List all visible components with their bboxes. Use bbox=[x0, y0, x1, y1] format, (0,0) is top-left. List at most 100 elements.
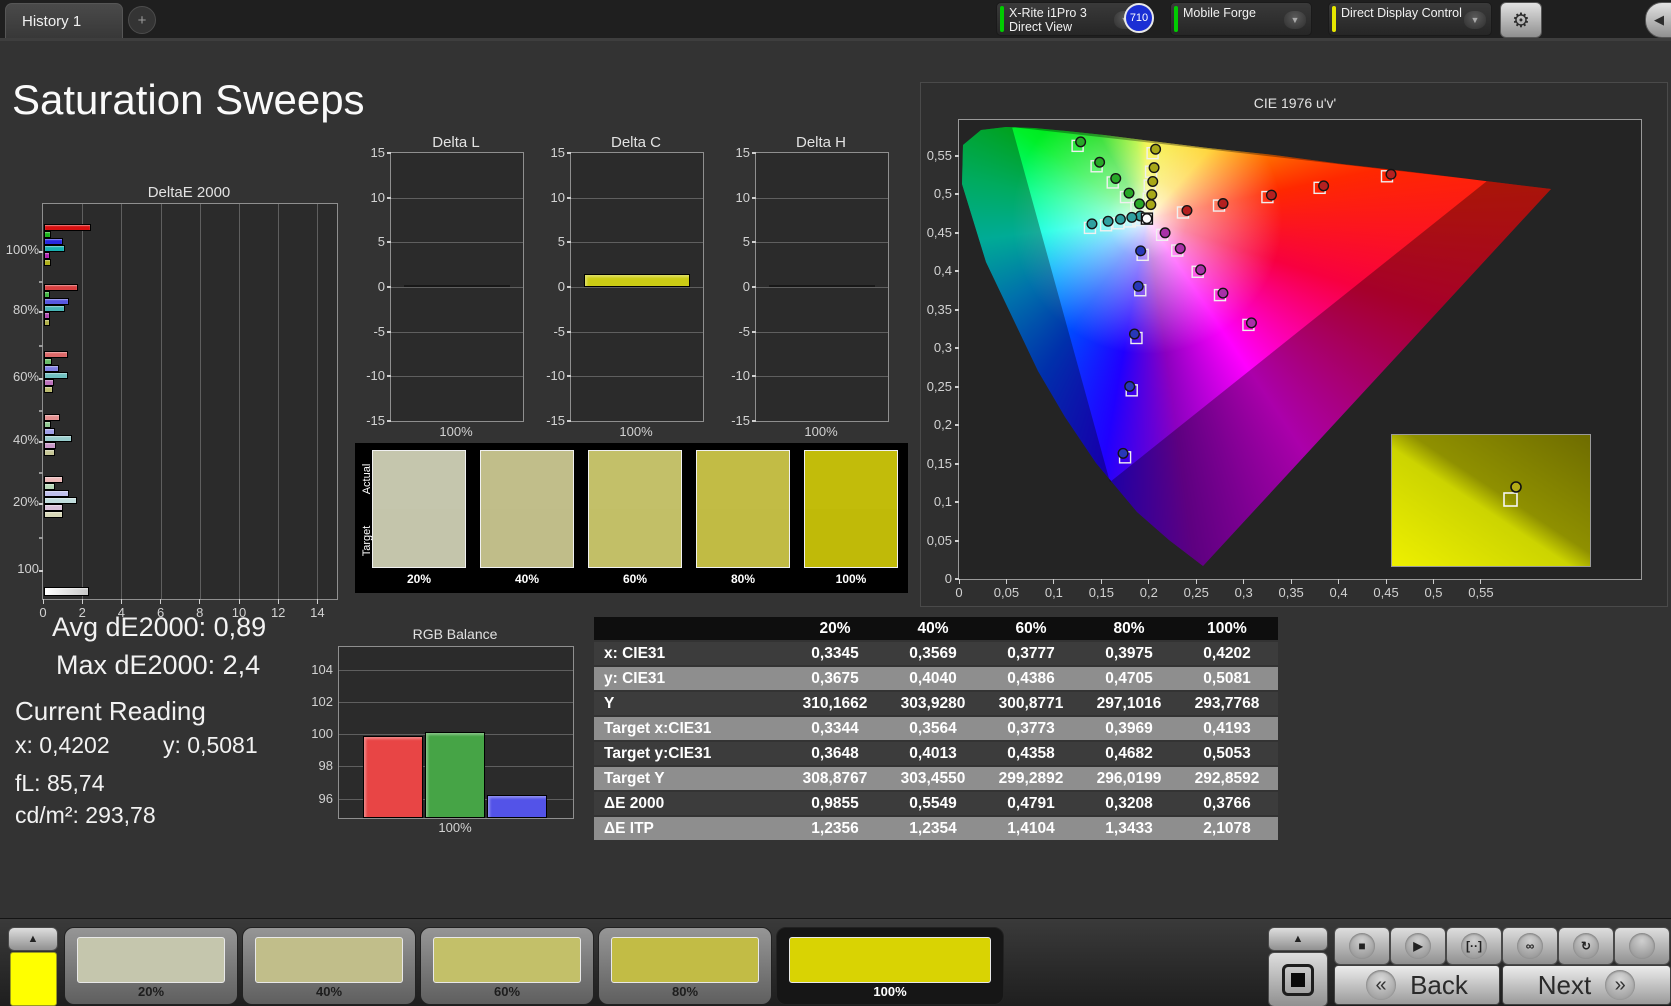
deltae-chart-title: DeltaE 2000 bbox=[147, 184, 231, 201]
lch-gridline bbox=[571, 331, 703, 333]
swatch-80% bbox=[696, 450, 790, 568]
cie-ytick-mark bbox=[955, 347, 959, 349]
pattern-button-20%[interactable]: 20% bbox=[64, 927, 238, 1005]
lch-gridline bbox=[571, 287, 703, 288]
lch-gridline bbox=[756, 287, 888, 288]
current-y: y: 0,5081 bbox=[163, 732, 258, 758]
table-header-cell: 40% bbox=[917, 619, 949, 637]
pattern-swatch bbox=[77, 937, 225, 983]
cie-ytick-mark bbox=[955, 501, 959, 503]
lch-ytick-mark bbox=[387, 152, 391, 154]
collapse-panel-button[interactable]: ◀ bbox=[1645, 2, 1671, 38]
lch-ytick-mark bbox=[387, 286, 391, 288]
table-cell: 1,2356 bbox=[811, 819, 859, 837]
deltae-bar-yellow bbox=[44, 511, 64, 518]
meter-dropdown[interactable]: X-Rite i1Pro 3 Direct View ▼ bbox=[996, 2, 1142, 36]
transport-play-button[interactable]: ▶ bbox=[1390, 927, 1446, 965]
cie-xtick: 0,4 bbox=[1329, 585, 1348, 600]
transport-stop-button[interactable]: ■ bbox=[1334, 927, 1390, 965]
deltae-ytick-mark bbox=[39, 409, 43, 412]
deltae-bar-magenta bbox=[44, 504, 63, 511]
chevron-down-icon[interactable]: ▼ bbox=[1284, 11, 1306, 29]
deltae-bar-blue bbox=[44, 428, 55, 435]
arrow-up-icon: ▲ bbox=[1292, 933, 1304, 945]
lch-gridline bbox=[391, 287, 523, 288]
gear-icon: ⚙ bbox=[1512, 9, 1530, 32]
lch-ytick-mark bbox=[567, 330, 571, 333]
lch-bar bbox=[584, 273, 690, 287]
page-title: Saturation Sweeps bbox=[12, 76, 365, 123]
cie-ytick-mark bbox=[955, 539, 959, 542]
deltae-ytick-mark bbox=[39, 378, 43, 380]
deltae-bar-cyan bbox=[44, 435, 73, 442]
deltae-gridline bbox=[121, 204, 123, 599]
lch-ytick: -15 bbox=[731, 413, 750, 428]
chevron-down-icon[interactable]: ▼ bbox=[1464, 11, 1486, 29]
deltae-bar-red bbox=[44, 414, 60, 421]
lch-ytick: 0 bbox=[377, 279, 385, 294]
add-tab-button[interactable]: + bbox=[128, 6, 156, 34]
next-label: Next bbox=[1537, 969, 1592, 1000]
deltae-bar-white bbox=[44, 587, 90, 596]
swatch-100% bbox=[804, 450, 898, 568]
pattern-button-100%[interactable]: 100% bbox=[776, 927, 1004, 1005]
continuous-icon: ∞ bbox=[1517, 933, 1543, 959]
current-fl: fL: 85,74 bbox=[15, 770, 105, 796]
pattern-button-60%[interactable]: 60% bbox=[420, 927, 594, 1005]
cie-xtick: 0,1 bbox=[1044, 585, 1063, 600]
lch-ytick-mark bbox=[567, 375, 571, 378]
table-cell: 0,3773 bbox=[1007, 719, 1055, 737]
table-row: Target Y 308,8767 303,4550 299,2892 296,0199… bbox=[594, 767, 1278, 790]
transport-refresh-button[interactable]: ↻ bbox=[1558, 927, 1614, 965]
lch-ytick-mark bbox=[752, 375, 756, 378]
lch-ytick-mark bbox=[752, 241, 756, 244]
current-x: x: 0,4202 bbox=[15, 732, 110, 758]
pattern-swatch bbox=[789, 937, 991, 983]
back-button[interactable]: « Back bbox=[1334, 965, 1500, 1005]
cie-ytick-mark bbox=[955, 462, 959, 465]
transport-continuous-button[interactable]: ∞ bbox=[1502, 927, 1558, 965]
table-header-cell: 60% bbox=[1015, 619, 1047, 637]
table-header-cell: 20% bbox=[819, 619, 851, 637]
pattern-label: 60% bbox=[493, 984, 521, 999]
tab-history-1[interactable]: History 1 bbox=[5, 3, 123, 38]
pattern-button-40%[interactable]: 40% bbox=[242, 927, 416, 1005]
display-control-dropdown[interactable]: Direct Display Control ▼ bbox=[1328, 2, 1492, 36]
deltae-bar-magenta bbox=[44, 312, 50, 319]
source-dropdown[interactable]: Mobile Forge ▼ bbox=[1170, 2, 1312, 36]
table-row-label: Target y:CIE31 bbox=[604, 744, 712, 762]
deltae-bar-yellow bbox=[44, 386, 54, 393]
settings-button[interactable]: ⚙ bbox=[1500, 2, 1542, 38]
lch-gridline bbox=[391, 242, 523, 244]
lch-ytick-mark bbox=[567, 420, 571, 422]
cie-diagram-panel: CIE 1976 u'v' 0 0,05 0,1 0,15 0,2 0,25 0,3 0,35… bbox=[920, 82, 1668, 607]
transport-up-button[interactable]: ▲ bbox=[1268, 927, 1328, 951]
transport-record-button[interactable] bbox=[1614, 927, 1670, 965]
table-row: x: CIE31 0,3345 0,3569 0,3777 0,3975 0,4202 bbox=[594, 642, 1278, 665]
lch-ytick-mark bbox=[567, 196, 571, 199]
next-button[interactable]: Next » bbox=[1502, 965, 1671, 1005]
measurement-table: 20% 40% 60% 80% 100% x: CIE31 0,3345 0,3569 0,37… bbox=[594, 617, 1278, 842]
active-pattern-color-chip[interactable] bbox=[10, 952, 57, 1006]
deltae-bar-green bbox=[44, 291, 50, 298]
lch-ytick: -15 bbox=[366, 413, 385, 428]
lch-ytick-mark bbox=[752, 286, 756, 288]
double-chevron-left-icon: « bbox=[1366, 970, 1397, 1000]
cie-ytick: 0,45 bbox=[926, 224, 952, 240]
pattern-swatch bbox=[611, 937, 759, 983]
transport-step-button[interactable]: [··] bbox=[1446, 927, 1502, 965]
lch-ytick: 5 bbox=[377, 234, 385, 250]
pattern-list-up-button[interactable]: ▲ bbox=[8, 927, 58, 951]
table-cell: 0,4358 bbox=[1007, 744, 1055, 762]
pattern-window-button[interactable] bbox=[1268, 952, 1328, 1006]
pattern-swatch bbox=[255, 937, 403, 983]
arrow-up-icon: ▲ bbox=[27, 933, 39, 945]
deltae-xtick-mark bbox=[277, 599, 279, 604]
cie-xtick: 0,45 bbox=[1373, 585, 1399, 600]
table-row-label: Y bbox=[604, 694, 615, 712]
lch-ytick: 0 bbox=[557, 279, 565, 294]
deltae-ytick-mark bbox=[39, 311, 43, 313]
deltae-ytick-mark bbox=[39, 472, 43, 474]
pattern-button-80%[interactable]: 80% bbox=[598, 927, 772, 1005]
table-cell: 1,2354 bbox=[909, 819, 957, 837]
